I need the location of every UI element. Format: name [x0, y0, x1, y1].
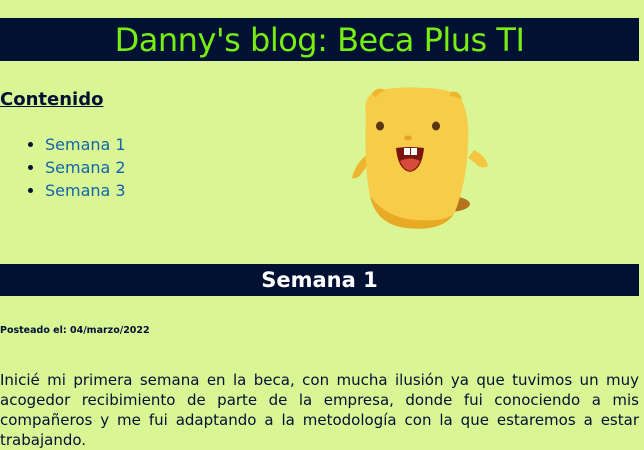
contents-item-semana-2: Semana 2 — [45, 156, 126, 179]
link-semana-2[interactable]: Semana 2 — [45, 158, 126, 177]
monster-mascot-icon — [352, 87, 488, 229]
link-semana-3[interactable]: Semana 3 — [45, 181, 126, 200]
post-body: Inicié mi primera semana en la beca, con… — [0, 371, 639, 449]
contents-item-semana-3: Semana 3 — [45, 179, 126, 202]
link-semana-1[interactable]: Semana 1 — [45, 135, 126, 154]
post-title: Semana 1 — [261, 268, 378, 292]
blog-title: Danny's blog: Beca Plus TI — [114, 20, 525, 59]
contents-item-semana-1: Semana 1 — [45, 133, 126, 156]
contents-list: Semana 1 Semana 2 Semana 3 — [18, 133, 126, 202]
contents-heading: Contenido — [0, 89, 104, 110]
blog-header: Danny's blog: Beca Plus TI — [0, 18, 639, 61]
post-title-bar: Semana 1 — [0, 264, 639, 296]
post-date: Posteado el: 04/marzo/2022 — [0, 325, 150, 336]
